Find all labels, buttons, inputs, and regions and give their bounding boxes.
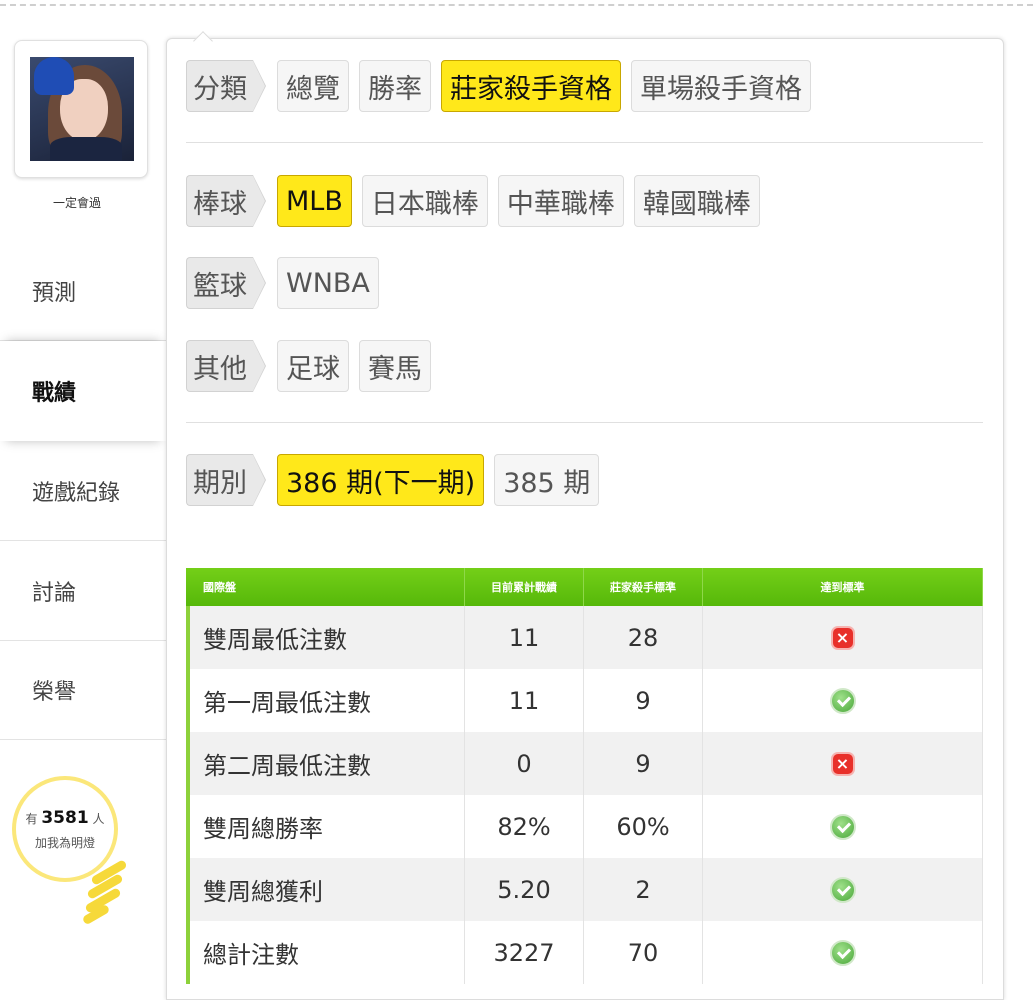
divider [186,142,983,143]
lightbulb-badge[interactable]: 有 3581 人 加我為明燈 [12,776,128,956]
fans-count: 3581 [41,808,89,828]
sidebar-item-discuss[interactable]: 討論 [0,541,166,641]
row-met: × [703,606,983,669]
row-current: 82% [465,795,584,858]
chip-horse-racing[interactable]: 賽馬 [359,340,431,392]
row-current: 0 [465,732,584,795]
row-met [703,858,983,921]
fans-suffix: 人 [92,812,105,826]
divider [186,422,983,423]
check-icon [829,939,856,966]
row-met [703,921,983,984]
table-header: 國際盤 目前累計戰績 莊家殺手標準 達到標準 [186,568,983,606]
filter-row-basketball: 籃球 WNBA [186,257,379,309]
chip-period-385[interactable]: 385 期 [494,454,600,506]
row-standard: 2 [584,858,703,921]
row-standard: 28 [584,606,703,669]
row-current: 3227 [465,921,584,984]
filter-label-baseball: 棒球 [186,175,266,227]
check-icon [829,687,856,714]
header-current-record: 目前累計戰績 [465,568,584,606]
row-name: 雙周總勝率 [190,795,465,858]
chip-single-killer[interactable]: 單場殺手資格 [631,60,811,112]
top-dashed-border [0,0,1033,6]
filter-label-basketball: 籃球 [186,257,266,309]
row-current: 11 [465,606,584,669]
chip-npb[interactable]: 日本職棒 [361,175,488,227]
sidebar-item-predict[interactable]: 預測 [0,241,166,341]
chip-period-386[interactable]: 386 期(下一期) [277,454,485,506]
row-name: 第二周最低注數 [190,732,465,795]
sidebar: 一定會過 預測 戰績 遊戲紀錄 討論 榮譽 有 3581 人 加我為明燈 [0,36,166,1000]
cross-icon: × [830,751,855,776]
table-row: 第一周最低注數 11 9 [186,669,983,732]
avatar[interactable] [30,57,134,161]
chip-overview[interactable]: 總覽 [277,60,349,112]
row-standard: 60% [584,795,703,858]
row-current: 5.20 [465,858,584,921]
row-name: 雙周總獲利 [190,858,465,921]
table-row: 雙周總勝率 82% 60% [186,795,983,858]
sidebar-item-record[interactable]: 戰績 [0,341,166,441]
sidebar-item-game-log[interactable]: 遊戲紀錄 [0,441,166,541]
lightbulb-base-icon [81,859,128,926]
header-killer-standard: 莊家殺手標準 [584,568,703,606]
username: 一定會過 [53,196,102,210]
qualification-table: 國際盤 目前累計戰績 莊家殺手標準 達到標準 雙周最低注數 11 28 × 第一周最低注… [186,568,983,984]
row-current: 11 [465,669,584,732]
row-standard: 9 [584,732,703,795]
chip-cpbl[interactable]: 中華職棒 [497,175,624,227]
row-name: 第一周最低注數 [190,669,465,732]
filter-label-other: 其他 [186,340,266,392]
table-row: 總計注數 3227 70 [186,921,983,984]
filter-row-baseball: 棒球 MLB 日本職棒 中華職棒 韓國職棒 [186,175,760,227]
table-row: 雙周最低注數 11 28 × [186,606,983,669]
sidebar-item-honor[interactable]: 榮譽 [0,640,166,740]
chip-mlb[interactable]: MLB [277,175,352,227]
filter-label-category: 分類 [186,60,266,112]
fans-prefix: 有 [25,812,38,826]
table-body: 雙周最低注數 11 28 × 第一周最低注數 11 9 第二周最低注數 0 9 × 雙周總勝率 82% 6… [186,606,983,984]
avatar-card[interactable] [14,40,148,178]
filter-row-period: 期別 386 期(下一期) 385 期 [186,454,600,506]
cross-icon: × [830,625,855,650]
chip-kbo[interactable]: 韓國職棒 [633,175,760,227]
chip-wnba[interactable]: WNBA [277,257,379,309]
check-icon [829,876,856,903]
row-met: × [703,732,983,795]
table-row: 雙周總獲利 5.20 2 [186,858,983,921]
row-standard: 9 [584,669,703,732]
filter-label-period: 期別 [186,454,266,506]
table-row: 第二周最低注數 0 9 × [186,732,983,795]
row-name: 雙周最低注數 [190,606,465,669]
filter-row-category: 分類 總覽 勝率 莊家殺手資格 單場殺手資格 [186,60,811,112]
row-standard: 70 [584,921,703,984]
fans-caption: 加我為明燈 [34,836,95,850]
row-met [703,795,983,858]
check-icon [829,813,856,840]
row-met [703,669,983,732]
row-name: 總計注數 [190,921,465,984]
chip-soccer[interactable]: 足球 [277,340,349,392]
header-met-standard: 達到標準 [703,568,983,606]
filter-row-other: 其他 足球 賽馬 [186,340,431,392]
header-international: 國際盤 [186,568,465,606]
chip-banker-killer[interactable]: 莊家殺手資格 [441,60,621,112]
chip-win-rate[interactable]: 勝率 [359,60,431,112]
